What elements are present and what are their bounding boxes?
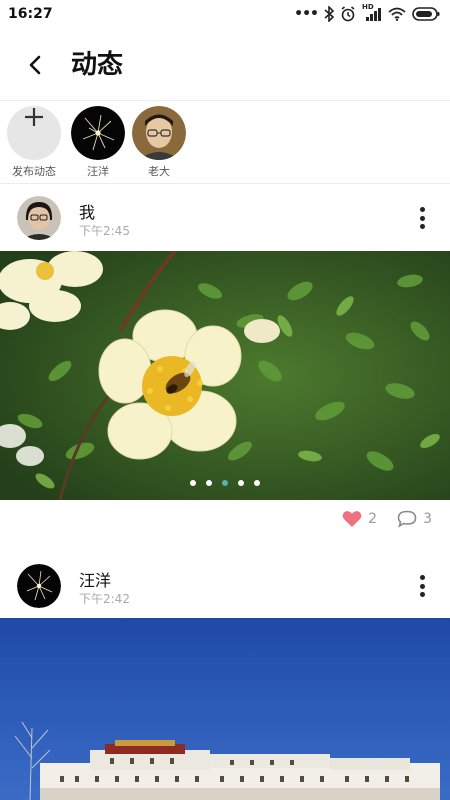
story-avatar-laoda[interactable] [132,106,186,160]
story-item-publish[interactable]: 发布动态 [3,106,65,179]
post-avatar-wangyang[interactable] [17,564,61,608]
post-header: 汪洋 下午2:42 [0,552,450,618]
hd-signal-icon: HD [362,3,382,22]
post-actions: 2 3 [342,510,432,528]
palace-photo [0,618,450,800]
pager-dot-active[interactable] [222,480,228,486]
plus-icon [25,108,43,126]
heart-icon [342,511,362,527]
story-label: 发布动态 [12,165,56,178]
post-time: 下午2:42 [79,592,130,606]
pager-dot[interactable] [206,480,212,486]
page-title: 动态 [71,50,124,80]
post-photo-flower[interactable] [0,251,450,500]
post-header: 我 下午2:45 [0,184,450,250]
comment-icon [397,510,417,528]
add-story-button[interactable] [7,106,61,160]
post-author[interactable]: 汪洋 [79,567,111,591]
back-button[interactable] [18,48,52,82]
like-button[interactable]: 2 [342,510,377,528]
more-dot [419,215,425,221]
story-label: 老大 [148,165,170,178]
post-time: 下午2:45 [79,224,130,238]
more-dot [419,224,425,229]
app-header: 动态 [0,30,450,100]
post-avatar-me[interactable] [17,196,61,240]
flower-photo [0,251,450,500]
status-bar: 16:27 ••• HD [0,0,450,30]
comment-button[interactable]: 3 [397,510,432,528]
image-pager [0,480,450,486]
more-dots-icon: ••• [294,6,319,22]
battery-icon [412,7,440,21]
chevron-left-icon [29,55,41,75]
more-dot [419,583,425,589]
post-author[interactable]: 我 [79,199,95,223]
status-icons: ••• HD [294,3,440,22]
pager-dot[interactable] [190,480,196,486]
wifi-icon [388,7,406,21]
alarm-icon [341,6,355,22]
pager-dot[interactable] [254,480,260,486]
more-dot [419,207,425,212]
story-item-laoda[interactable]: 老大 [128,106,190,179]
more-dot [419,575,425,580]
comment-count: 3 [423,511,432,527]
stories-row: 发布动态 汪洋 老大 [0,101,450,183]
post-photo-palace[interactable] [0,618,450,800]
like-count: 2 [368,511,378,527]
story-avatar-wangyang[interactable] [71,106,125,160]
story-label: 汪洋 [87,165,109,178]
more-dot [419,592,425,597]
pager-dot[interactable] [238,480,244,486]
status-time: 16:27 [8,6,53,22]
more-options-button[interactable] [410,204,434,232]
bluetooth-icon [324,6,334,22]
more-options-button[interactable] [410,572,434,600]
story-item-wangyang[interactable]: 汪洋 [67,106,129,179]
